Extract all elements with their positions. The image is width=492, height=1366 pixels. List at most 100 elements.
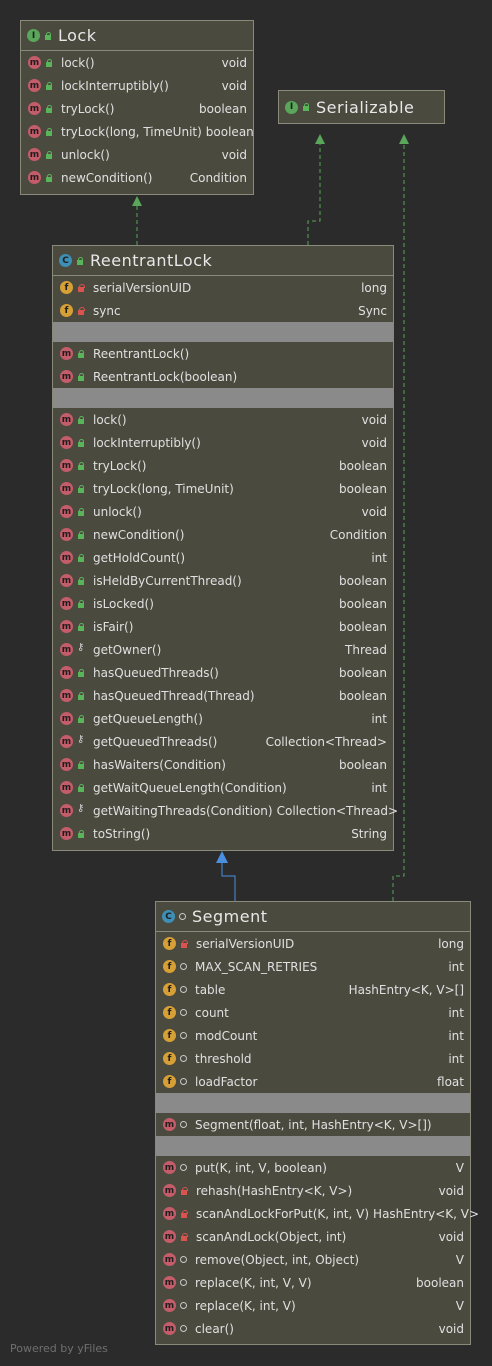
method-row[interactable]: m tryLock() boolean bbox=[53, 454, 393, 477]
field-row[interactable]: f loadFactor float bbox=[156, 1070, 470, 1093]
field-row[interactable]: f count int bbox=[156, 1001, 470, 1024]
method-type: Condition bbox=[329, 527, 387, 542]
method-name: getQueueLength() bbox=[93, 711, 203, 726]
field-icon: f bbox=[163, 1052, 176, 1065]
field-type: float bbox=[437, 1074, 464, 1089]
serializable-interface-node[interactable]: I Serializable bbox=[278, 90, 445, 124]
method-row[interactable]: m hasWaiters(Condition) boolean bbox=[53, 753, 393, 776]
method-name: getWaitingThreads(Condition) bbox=[93, 803, 273, 818]
method-name: isFair() bbox=[93, 619, 134, 634]
method-row[interactable]: m newCondition() Condition bbox=[53, 523, 393, 546]
method-row[interactable]: m put(K, int, V, boolean) V bbox=[156, 1156, 470, 1179]
method-row[interactable]: m getWaitingThreads(Condition)Collection<… bbox=[53, 799, 398, 822]
field-row[interactable]: f serialVersionUID long bbox=[53, 276, 393, 299]
section-separator bbox=[156, 1093, 470, 1113]
method-row[interactable]: m toString() String bbox=[53, 822, 393, 845]
method-row[interactable]: m newCondition() Condition bbox=[21, 166, 253, 189]
public-icon bbox=[77, 507, 85, 516]
method-row[interactable]: m scanAndLockForPut(K, int, V) HashEntry<K… bbox=[156, 1202, 479, 1225]
segment-constructor-list: m Segment(float, int, HashEntry<K, V>[]) bbox=[156, 1113, 470, 1136]
method-row[interactable]: m rehash(HashEntry<K, V>) void bbox=[156, 1179, 470, 1202]
interface-icon: I bbox=[27, 29, 40, 42]
method-row[interactable]: m getOwner() Thread bbox=[53, 638, 393, 661]
method-row[interactable]: m clear() void bbox=[156, 1317, 470, 1340]
lock-interface-node[interactable]: I Lock m lock() void m lockInterruptibly(… bbox=[20, 20, 254, 195]
method-name: remove(Object, int, Object) bbox=[195, 1252, 359, 1267]
field-row[interactable]: f serialVersionUID long bbox=[156, 932, 470, 955]
field-icon: f bbox=[60, 281, 73, 294]
private-icon bbox=[180, 939, 188, 948]
section-separator bbox=[156, 1136, 470, 1156]
public-icon bbox=[77, 553, 85, 562]
ctor-row[interactable]: m Segment(float, int, HashEntry<K, V>[]) bbox=[156, 1113, 470, 1136]
method-type: void bbox=[221, 147, 247, 162]
arrowhead-serializable-left bbox=[315, 134, 325, 144]
method-row[interactable]: m lockInterruptibly() void bbox=[53, 431, 393, 454]
method-name: newCondition() bbox=[93, 527, 185, 542]
method-row[interactable]: m isLocked() boolean bbox=[53, 592, 393, 615]
field-row[interactable]: f sync Sync bbox=[53, 299, 393, 322]
public-icon bbox=[302, 103, 310, 111]
private-icon bbox=[180, 1232, 188, 1241]
method-row[interactable]: m replace(K, int, V) V bbox=[156, 1294, 470, 1317]
field-icon: f bbox=[163, 1075, 176, 1088]
method-type: V bbox=[455, 1298, 464, 1313]
segment-class-node[interactable]: C Segment f serialVersionUID long f MAX_SCAN… bbox=[155, 901, 479, 1345]
method-type: V bbox=[455, 1160, 464, 1175]
public-icon bbox=[45, 104, 53, 113]
method-name: unlock() bbox=[61, 147, 110, 162]
private-icon bbox=[77, 306, 85, 315]
field-type: Sync bbox=[358, 303, 387, 318]
method-row[interactable]: m tryLock() boolean bbox=[21, 97, 253, 120]
field-row[interactable]: f modCount int bbox=[156, 1024, 470, 1047]
public-icon bbox=[45, 150, 53, 159]
method-icon: m bbox=[163, 1322, 176, 1335]
method-name: lock() bbox=[93, 412, 127, 427]
field-row[interactable]: f MAX_SCAN_RETRIES int bbox=[156, 955, 470, 978]
method-row[interactable]: m unlock() void bbox=[21, 143, 253, 166]
method-row[interactable]: m scanAndLock(Object, int) void bbox=[156, 1225, 470, 1248]
ctor-row[interactable]: m ReentrantLock(boolean) bbox=[53, 365, 393, 388]
method-row[interactable]: m getHoldCount() int bbox=[53, 546, 393, 569]
method-row[interactable]: m getQueueLength() int bbox=[53, 707, 393, 730]
public-icon bbox=[77, 461, 85, 470]
segment-method-list: m put(K, int, V, boolean) Vm rehash(HashEnt… bbox=[156, 1156, 479, 1340]
method-icon: m bbox=[163, 1230, 176, 1243]
public-icon bbox=[77, 760, 85, 769]
field-name: MAX_SCAN_RETRIES bbox=[195, 959, 318, 974]
field-row[interactable]: f threshold int bbox=[156, 1047, 470, 1070]
method-type: boolean bbox=[339, 596, 387, 611]
method-type: boolean bbox=[205, 124, 254, 139]
reentrantlock-method-list: m lock() void m lockInterruptibly() void m tryL… bbox=[53, 408, 398, 845]
reentrantlock-class-node[interactable]: C ReentrantLock f serialVersionUID long f sy… bbox=[52, 245, 398, 851]
method-row[interactable]: m lockInterruptibly() void bbox=[21, 74, 253, 97]
field-row[interactable]: f table HashEntry<K, V>[] bbox=[156, 978, 470, 1001]
method-row[interactable]: m replace(K, int, V, V) boolean bbox=[156, 1271, 470, 1294]
method-icon: m bbox=[60, 758, 73, 771]
method-icon: m bbox=[60, 689, 73, 702]
field-name: count bbox=[195, 1005, 229, 1020]
method-name: scanAndLockForPut(K, int, V) bbox=[196, 1206, 370, 1221]
method-row[interactable]: m unlock() void bbox=[53, 500, 393, 523]
method-type: void bbox=[221, 55, 247, 70]
method-row[interactable]: m lock() void bbox=[21, 51, 253, 74]
method-row[interactable]: m hasQueuedThreads() boolean bbox=[53, 661, 393, 684]
method-row[interactable]: m lock() void bbox=[53, 408, 393, 431]
method-row[interactable]: m isFair() boolean bbox=[53, 615, 393, 638]
method-type: int bbox=[371, 780, 387, 795]
method-row[interactable]: m tryLock(long, TimeUnit) boolean bbox=[53, 477, 393, 500]
method-row[interactable]: m remove(Object, int, Object) V bbox=[156, 1248, 470, 1271]
method-row[interactable]: m isHeldByCurrentThread() boolean bbox=[53, 569, 393, 592]
method-name: hasQueuedThreads() bbox=[93, 665, 219, 680]
method-type: String bbox=[351, 826, 387, 841]
method-type: int bbox=[371, 711, 387, 726]
interface-icon: I bbox=[285, 100, 298, 114]
method-row[interactable]: m hasQueuedThread(Thread) boolean bbox=[53, 684, 393, 707]
public-icon bbox=[45, 127, 53, 136]
method-row[interactable]: m getWaitQueueLength(Condition) int bbox=[53, 776, 393, 799]
method-row[interactable]: m tryLock(long, TimeUnit) boolean bbox=[21, 120, 254, 143]
method-name: tryLock(long, TimeUnit) bbox=[61, 124, 202, 139]
method-row[interactable]: m getQueuedThreads() Collection<Thread> bbox=[53, 730, 393, 753]
public-icon bbox=[77, 372, 85, 381]
ctor-row[interactable]: m ReentrantLock() bbox=[53, 342, 393, 365]
